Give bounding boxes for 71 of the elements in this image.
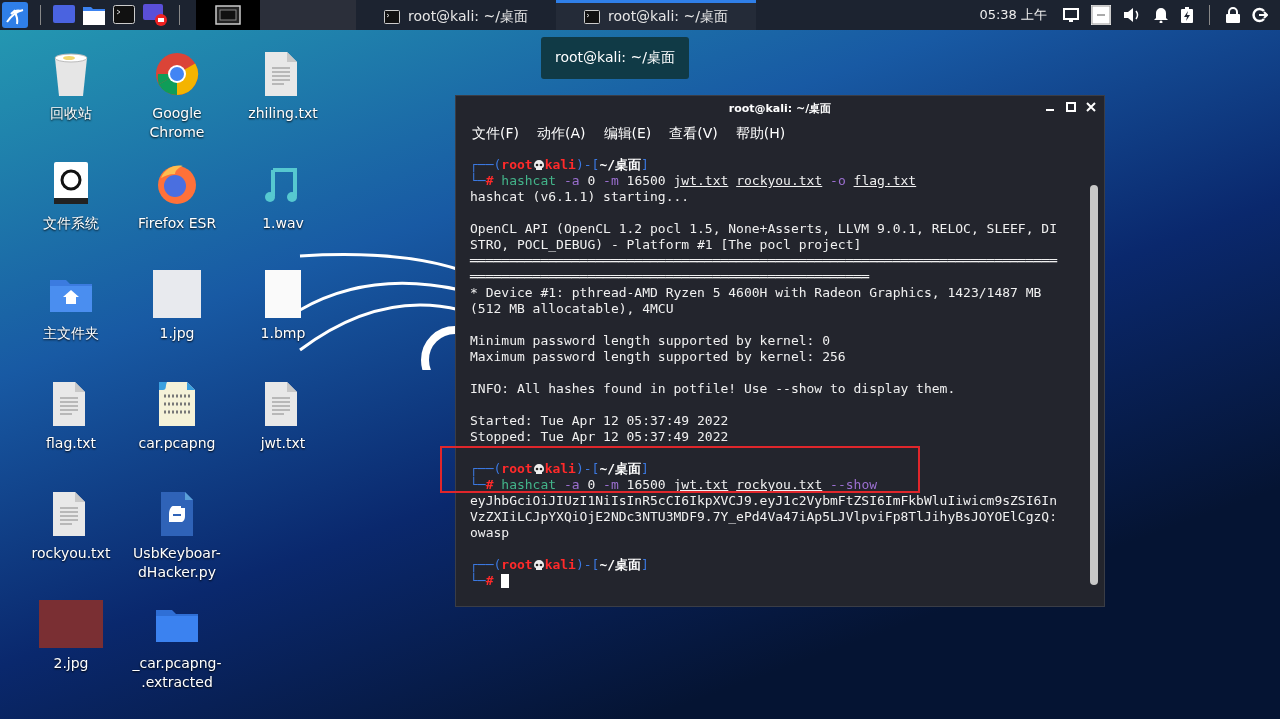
prompt-text: kali)-[~/桌面] <box>544 461 649 477</box>
desktop-icon-label[interactable]: zhiling.txt <box>237 104 329 123</box>
terminal-output: Started: Tue Apr 12 05:37:49 2022 <box>470 413 730 429</box>
desktop-icon-label[interactable]: 1.bmp <box>237 324 329 343</box>
terminal-output: ═══════════════════════════════════════════════════ <box>470 269 871 285</box>
display-icon[interactable] <box>1063 8 1079 22</box>
desktop-icon-label[interactable]: jwt.txt <box>237 434 329 453</box>
prompt-text: kali)-[~/桌面] <box>544 157 649 173</box>
desktop-icon-label[interactable]: 1.jpg <box>131 324 223 343</box>
terminal-output: * Device #1: pthread-AMD Ryzen 5 4600H with Radeon Graphics, 1423/1487 MB (512 MB allocatable), 4MCU <box>470 285 1043 317</box>
desktop-icon-label[interactable]: 2.jpg <box>25 654 117 673</box>
desktop-icon-label[interactable]: Firefox ESR <box>131 214 223 233</box>
terminal-icon[interactable] <box>113 5 135 25</box>
dragon-logo-icon[interactable] <box>2 2 28 28</box>
prompt-text: ┌──(root <box>470 157 533 173</box>
browser-logo-icon <box>153 50 201 98</box>
terminal-command-line: └─# <box>470 573 494 589</box>
terminal-output: hashcat (v6.1.1) starting... <box>470 189 691 205</box>
menu-item[interactable]: 文件(F) <box>472 125 519 143</box>
image-thumbnail <box>265 270 301 318</box>
volume-icon[interactable] <box>1123 7 1141 23</box>
terminal-output: Stopped: Tue Apr 12 05:37:49 2022 <box>470 429 730 445</box>
prompt-text: kali)-[~/桌面] <box>544 557 649 573</box>
terminal-output: Minimum password length supported by kernel: 0 <box>470 333 832 349</box>
desktop-icon-label[interactable]: 文件系统 <box>25 214 117 233</box>
desktop-icon[interactable] <box>53 5 75 25</box>
terminal-command-line: └─# hashcat -a 0 -m 16500 jwt.txt rockyou.txt --show <box>470 477 878 493</box>
logout-icon[interactable] <box>1252 7 1268 23</box>
prompt-text: ┌──(root <box>470 461 533 477</box>
terminal-output: OpenCL API (OpenCL 1.2 pocl 1.5, None+Asserts, LLVM 9.0.1, RELOC, SLEEF, DISTRO, POCL_DEBUG) - Platform #1 [The pocl project] <box>470 221 1057 253</box>
folder-icon[interactable] <box>83 5 105 25</box>
desktop-icon-label[interactable]: Google Chrome <box>131 104 223 142</box>
terminal-output: eyJhbGciOiJIUzI1NiIsInR5cCI6IkpXVCJ9.eyJ1c2VybmFtZSI6ImFkbWluIiwicm9sZSI6InVzZXIiLCJpYXQiOjE2NDc3NTU3MDF9.7Y_ePd4Va47iAp5LJVlpviFp8TlJihyBsJOYOElCgzQ:owasp <box>470 493 1057 541</box>
scrollbar[interactable] <box>1090 185 1098 585</box>
image-thumbnail <box>153 270 201 318</box>
terminal-output: Maximum password length supported by kernel: 256 <box>470 349 847 365</box>
maximize-icon[interactable] <box>1066 102 1076 112</box>
desktop-icon-label[interactable]: flag.txt <box>25 434 117 453</box>
taskbar-window-button[interactable]: root@kali: ~/桌面 <box>356 0 556 30</box>
menu-item[interactable]: 动作(A) <box>537 125 586 143</box>
workspace-icon <box>215 5 241 25</box>
desktop-icon-label[interactable]: 回收站 <box>25 104 117 123</box>
terminal-icon <box>384 9 401 24</box>
desktop-icon-label[interactable]: UsbKeyboar-dHacker.py <box>131 544 223 582</box>
lock-icon[interactable] <box>1226 7 1240 23</box>
desktop-icon-label[interactable]: 1.wav <box>237 214 329 233</box>
menu-item[interactable]: 查看(V) <box>669 125 718 143</box>
taskbar-window-button[interactable]: root@kali: ~/桌面 <box>556 0 756 30</box>
close-icon[interactable] <box>1086 102 1096 112</box>
skull-icon <box>532 559 545 571</box>
terminal-output: ═══════════════════════════════════════════════════════════════════════════ <box>470 253 1057 269</box>
desktop-icon-label[interactable]: car.pcapng <box>131 434 223 453</box>
screen-recorder-icon[interactable] <box>143 4 167 26</box>
image-thumbnail <box>39 600 103 648</box>
terminal-icon <box>584 9 601 24</box>
workspace-switcher[interactable] <box>196 0 260 30</box>
desktop-icon-label[interactable]: rockyou.txt <box>25 544 117 563</box>
notification-bell-icon[interactable] <box>1153 7 1169 23</box>
prompt-text: ┌──(root <box>470 557 533 573</box>
skull-icon <box>532 159 545 171</box>
clock[interactable]: 05:38 上午 <box>979 6 1047 24</box>
skull-icon <box>532 463 545 475</box>
menu-item[interactable]: 编辑(E) <box>603 125 652 143</box>
battery-icon[interactable] <box>1181 7 1193 23</box>
terminal-output: INFO: All hashes found in potfile! Use --show to display them. <box>470 381 957 397</box>
menu-item[interactable]: 帮助(H) <box>735 125 786 143</box>
tooltip: root@kali: ~/桌面 <box>541 37 689 79</box>
desktop-icon-label[interactable]: _car.pcapng-.extracted <box>131 654 223 692</box>
desktop-icon-label[interactable]: 主文件夹 <box>25 324 117 343</box>
terminal-command-line: └─# hashcat -a 0 -m 16500 jwt.txt rockyou.txt -o flag.txt <box>470 173 917 189</box>
window-title: root@kali: ~/桌面 <box>728 101 832 116</box>
